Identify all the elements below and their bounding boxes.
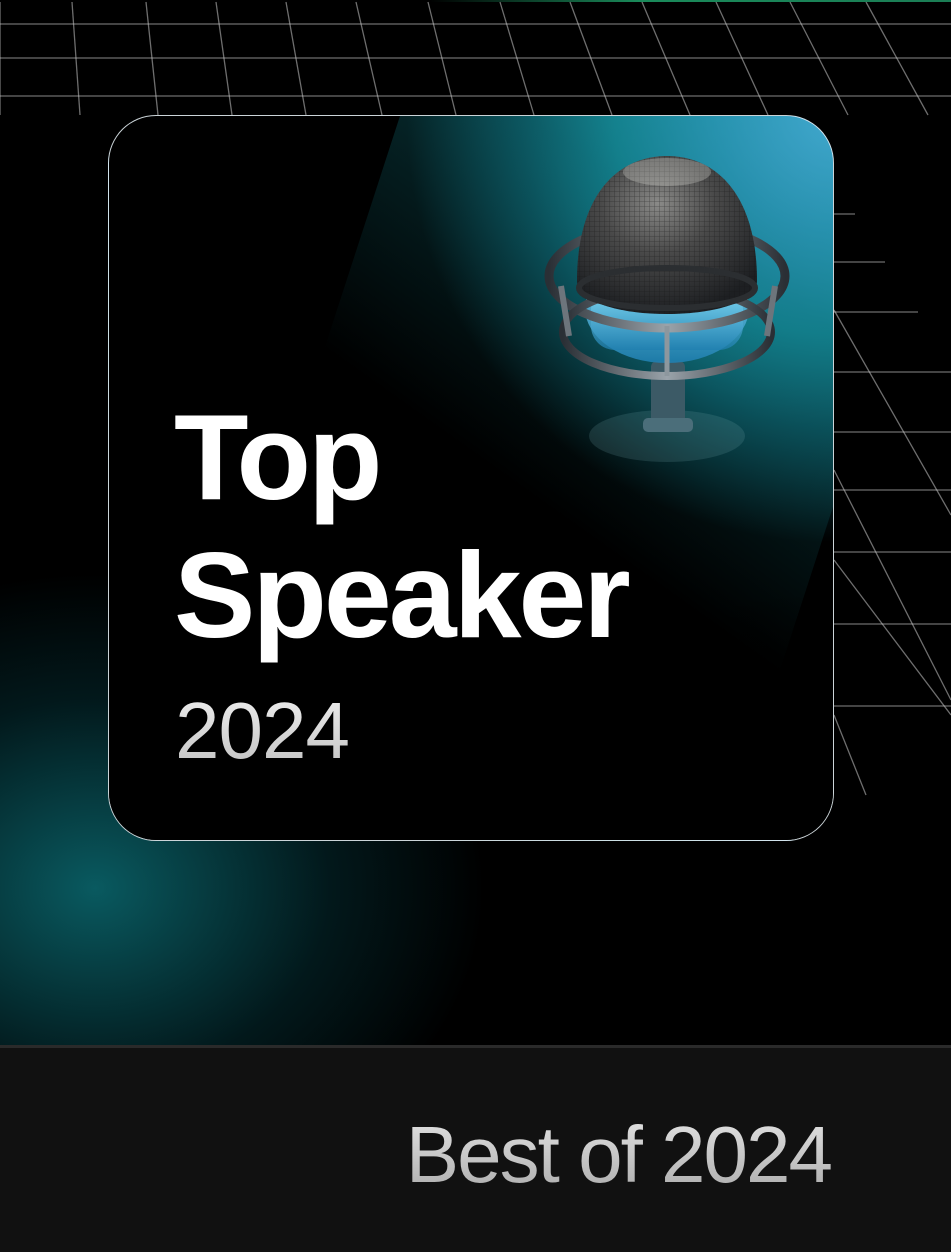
top-accent-line xyxy=(430,0,951,2)
badge-title-line-1: Top xyxy=(174,389,383,525)
award-badge-card: Top Speaker 2024 xyxy=(108,115,834,841)
badge-title-line-2: Speaker xyxy=(174,527,631,663)
badge-year: 2024 xyxy=(175,686,350,775)
footer-label: Best of 2024 xyxy=(405,1110,833,1199)
hero-background: Top Speaker 2024 xyxy=(0,0,951,1045)
badge-title: Top Speaker xyxy=(174,388,631,664)
award-screen: Top Speaker 2024 Best of 2024 xyxy=(0,0,951,1252)
footer-bar: Best of 2024 xyxy=(0,1048,951,1252)
